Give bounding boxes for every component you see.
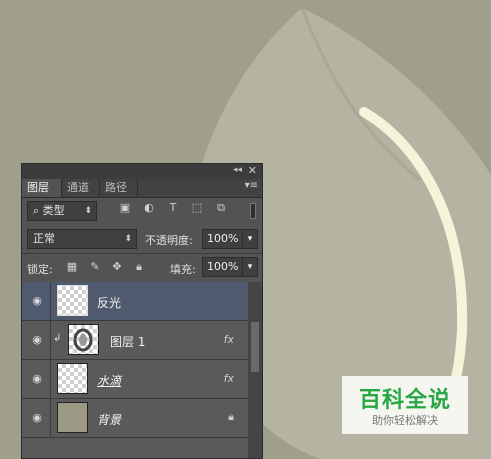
layer-name[interactable]: 背景 <box>97 411 121 428</box>
chevron-down-icon[interactable]: ▾ <box>242 258 257 276</box>
divider <box>50 321 51 360</box>
opacity-label: 不透明度: <box>145 234 193 247</box>
layer-row-layer1[interactable]: ◉ ↲ 图层 1 fx <box>22 321 248 360</box>
lock-all-icon[interactable]: 🔒︎ <box>132 260 146 274</box>
lock-label: 锁定: <box>27 263 53 276</box>
divider <box>50 399 51 438</box>
effects-icon[interactable]: fx <box>224 333 234 346</box>
layer-thumbnail <box>57 363 88 394</box>
layer-name[interactable]: 反光 <box>97 294 121 311</box>
layer-row-reflection[interactable]: ◉ 反光 <box>22 282 248 321</box>
tab-layers[interactable]: 图层 <box>22 179 62 197</box>
fill-field[interactable]: 100% ▾ <box>202 257 258 277</box>
lock-row: 锁定: ▦ ✎ ✥ 🔒︎ 填充: 100% ▾ <box>22 254 262 280</box>
blend-mode-value: 正常 <box>33 232 55 245</box>
chevron-updown-icon: ⬍ <box>84 206 92 216</box>
filter-row: ⌕ 类型 ⬍ ▣ ◐ T ⬚ ⧉ <box>22 198 262 224</box>
drop-thumbnail-icon <box>73 328 93 352</box>
layers-scrollbar[interactable] <box>248 282 262 458</box>
lock-image-pixels-icon[interactable]: ✎ <box>88 260 102 274</box>
tab-channels[interactable]: 通道 <box>62 179 100 197</box>
chevron-down-icon[interactable]: ▾ <box>242 230 257 248</box>
smart-object-filter-icon[interactable]: ⧉ <box>214 201 228 215</box>
layers-panel: ◂◂ ✕ 图层 通道 路径 ▾≡ ⌕ 类型 ⬍ ▣ ◐ T ⬚ ⧉ 正常 ⬍ 不… <box>21 163 263 459</box>
watermark-logo: 百科全说 助你轻松解决 <box>342 376 468 434</box>
divider <box>50 360 51 399</box>
search-icon: ⌕ <box>33 204 43 217</box>
divider <box>50 282 51 321</box>
eye-icon[interactable]: ◉ <box>31 295 43 307</box>
shape-filter-icon[interactable]: ⬚ <box>190 201 204 215</box>
layer-row-background[interactable]: ◉ 背景 🔒︎ <box>22 399 248 438</box>
close-icon[interactable]: ✕ <box>248 164 257 177</box>
eye-icon[interactable]: ◉ <box>31 412 43 424</box>
layer-list: ◉ 反光 ◉ ↲ 图层 1 fx ◉ 水滴 fx ◉ 背景 🔒︎ <box>22 282 248 458</box>
blend-row: 正常 ⬍ 不透明度: 100% ▾ <box>22 226 262 252</box>
fill-label: 填充: <box>170 263 196 276</box>
scrollbar-thumb[interactable] <box>251 322 259 372</box>
fill-value: 100% <box>207 260 239 273</box>
opacity-value: 100% <box>207 232 239 245</box>
filter-toggle-switch[interactable] <box>250 203 256 219</box>
layer-thumbnail <box>57 285 88 316</box>
filter-type-label: 类型 <box>42 204 65 217</box>
effects-icon[interactable]: fx <box>224 372 234 385</box>
eye-icon[interactable]: ◉ <box>31 373 43 385</box>
watermark-title: 百科全说 <box>358 388 451 413</box>
layer-thumbnail <box>68 324 99 355</box>
layer-row-drop[interactable]: ◉ 水滴 fx <box>22 360 248 399</box>
clipping-mask-icon: ↲ <box>53 333 62 344</box>
panel-menu-icon[interactable]: ▾≡ <box>245 180 258 191</box>
collapse-icon[interactable]: ◂◂ <box>233 165 242 175</box>
lock-icon: 🔒︎ <box>228 410 234 423</box>
filter-type-select[interactable]: ⌕ 类型 ⬍ <box>27 201 97 221</box>
opacity-field[interactable]: 100% ▾ <box>202 229 258 249</box>
adjustment-filter-icon[interactable]: ◐ <box>142 201 156 215</box>
layer-name[interactable]: 水滴 <box>97 372 121 389</box>
blend-mode-select[interactable]: 正常 ⬍ <box>27 229 137 249</box>
image-filter-icon[interactable]: ▣ <box>118 201 132 215</box>
chevron-updown-icon: ⬍ <box>124 234 132 244</box>
lock-position-icon[interactable]: ✥ <box>110 260 124 274</box>
text-filter-icon[interactable]: T <box>166 201 180 215</box>
eye-icon[interactable]: ◉ <box>31 334 43 346</box>
panel-tabs: 图层 通道 路径 ▾≡ <box>22 179 262 198</box>
tab-paths[interactable]: 路径 <box>100 179 138 197</box>
panel-titlebar: ◂◂ ✕ <box>22 164 262 179</box>
layer-name[interactable]: 图层 1 <box>110 333 145 350</box>
lock-transparent-pixels-icon[interactable]: ▦ <box>65 260 79 274</box>
watermark-subtitle: 助你轻松解决 <box>372 414 438 427</box>
layer-thumbnail <box>57 402 88 433</box>
